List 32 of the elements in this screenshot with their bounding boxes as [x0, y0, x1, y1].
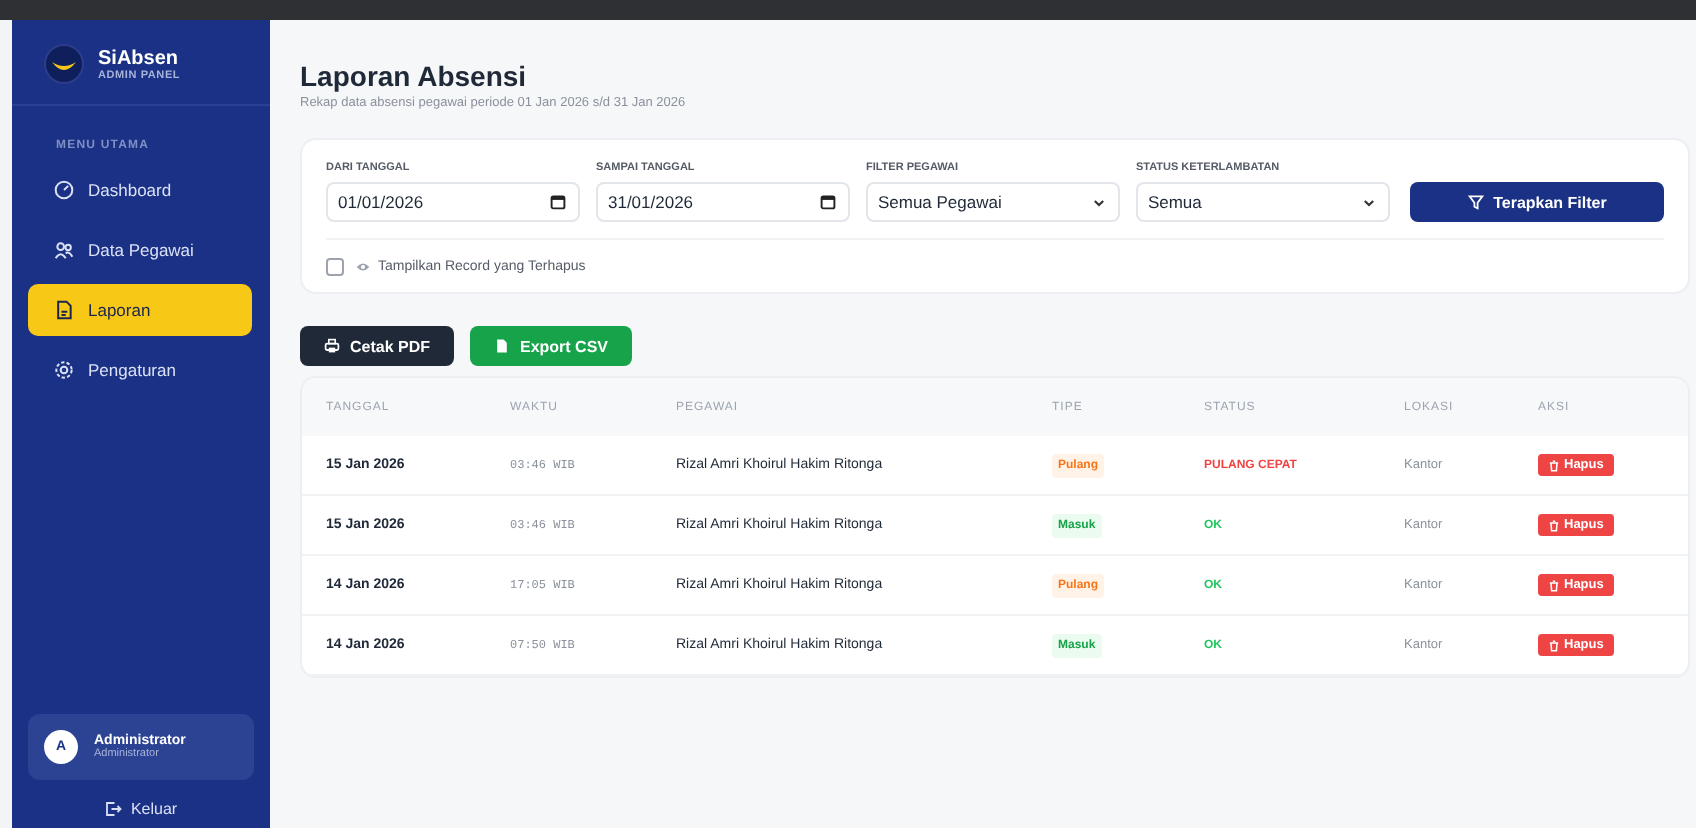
date-field[interactable]: 01/01/2026 [326, 182, 580, 222]
date-field[interactable]: 31/01/2026 [595, 182, 850, 222]
select-field[interactable]: Semua Pegawai [865, 182, 1120, 222]
apply-filter-button[interactable]: Terapkan Filter [1409, 182, 1665, 222]
file-icon [494, 338, 510, 354]
checkbox[interactable] [326, 258, 344, 276]
sidebar-item[interactable]: Laporan [28, 284, 252, 336]
select-field[interactable]: Semua [1135, 182, 1390, 222]
trash-icon [1548, 579, 1560, 591]
eye-icon [356, 260, 370, 274]
gauge-icon [54, 180, 74, 200]
document-icon [54, 300, 74, 320]
print-pdf-button[interactable]: Cetak PDF [300, 326, 454, 366]
page-title: Laporan Absensi [300, 60, 529, 92]
caret-icon [1091, 195, 1106, 209]
filter-icon [1467, 194, 1484, 210]
printer-icon [324, 338, 340, 354]
trash-icon [1548, 459, 1560, 471]
logout-link[interactable]: Keluar [12, 780, 270, 828]
calendar-icon [549, 194, 566, 210]
brand-name: SiAbsen [98, 47, 181, 69]
logout-icon [104, 800, 123, 818]
logo-icon [44, 44, 84, 84]
trash-icon [1548, 519, 1560, 531]
gear-icon [54, 360, 74, 380]
people-icon [54, 240, 74, 260]
caret-icon [1361, 195, 1376, 209]
sidebar-item[interactable]: Data Pegawai [28, 224, 252, 276]
calendar-icon [819, 194, 836, 210]
trash-icon [1548, 639, 1560, 651]
sidebar-item[interactable]: Dashboard [28, 164, 252, 216]
sidebar-item[interactable]: Pengaturan [28, 344, 252, 396]
